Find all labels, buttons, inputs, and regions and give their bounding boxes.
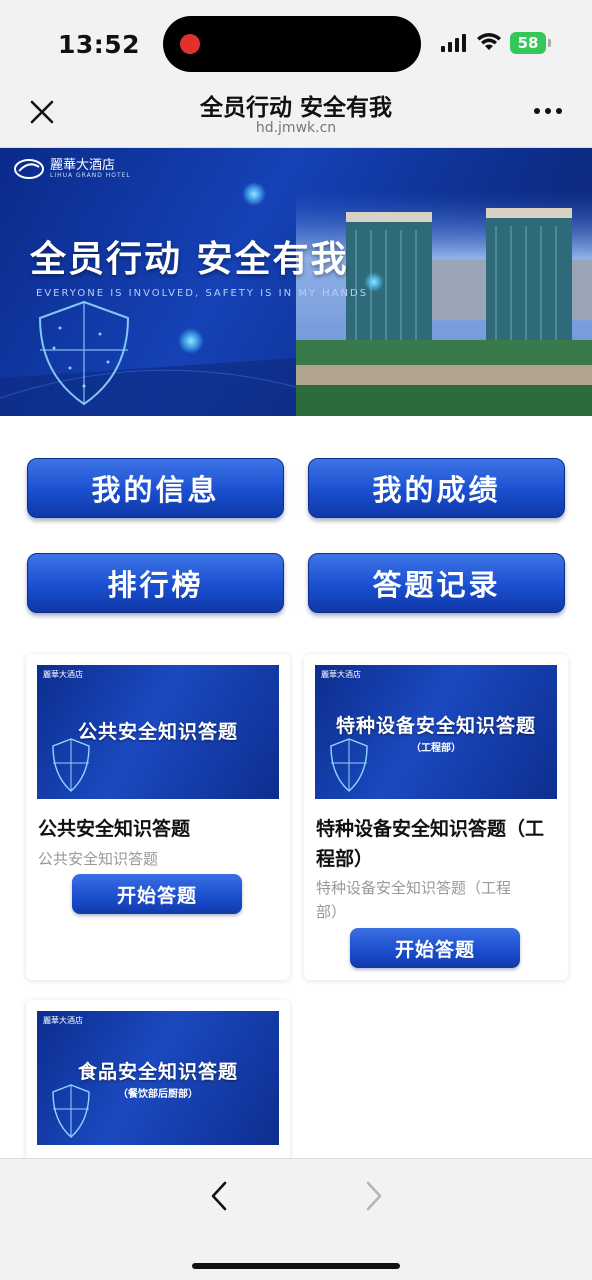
quiz-card-special-equipment[interactable]: 麗華大酒店 特种设备安全知识答题 （工程部） 特种设备安全知识答题（工 程部） … bbox=[304, 654, 568, 980]
shield-icon bbox=[52, 738, 90, 792]
cellular-signal-icon bbox=[441, 34, 469, 52]
quiz-thumbnail: 麗華大酒店 特种设备安全知识答题 （工程部） bbox=[315, 665, 557, 799]
banner-title: 全员行动 安全有我 bbox=[30, 239, 349, 280]
quiz-title-line-2: 程部） bbox=[316, 848, 374, 870]
recording-indicator-icon bbox=[180, 34, 200, 54]
hotel-building-image bbox=[296, 190, 592, 416]
wifi-icon bbox=[477, 33, 501, 50]
status-bar: 13:52 58 bbox=[0, 0, 592, 84]
thumb-subtitle: （工程部） bbox=[411, 743, 461, 754]
quiz-card-food-safety[interactable]: 麗華大酒店 食品安全知识答题 （餐饮部后厨部） bbox=[26, 1000, 290, 1158]
quiz-title-line-1: 特种设备安全知识答题（工 bbox=[316, 818, 545, 840]
browser-toolbar bbox=[0, 1158, 592, 1280]
browser-header: 全员行动 安全有我 hd.jmwk.cn bbox=[0, 84, 592, 148]
dynamic-island bbox=[163, 16, 421, 72]
thumb-hotel-logo: 麗華大酒店 bbox=[43, 1016, 83, 1025]
start-quiz-button[interactable]: 开始答题 bbox=[72, 874, 242, 914]
hotel-logo-text: 麗華大酒店 bbox=[50, 158, 116, 173]
back-arrow-icon[interactable] bbox=[205, 1179, 235, 1213]
thumb-hotel-logo: 麗華大酒店 bbox=[321, 670, 361, 679]
thumb-title: 公共安全知识答题 bbox=[77, 721, 238, 743]
leaderboard-button[interactable]: 排行榜 bbox=[27, 553, 284, 613]
thumb-subtitle: （餐饮部后厨部） bbox=[118, 1089, 198, 1100]
battery-indicator: 58 bbox=[510, 32, 551, 54]
hotel-logo-subtext: LIHUA GRAND HOTEL bbox=[50, 172, 131, 179]
quiz-thumbnail: 麗華大酒店 公共安全知识答题 bbox=[37, 665, 279, 799]
battery-level: 58 bbox=[517, 34, 539, 52]
my-scores-button[interactable]: 我的成绩 bbox=[308, 458, 565, 518]
hotel-logo: 麗華大酒店 LIHUA GRAND HOTEL bbox=[14, 158, 131, 180]
start-quiz-button[interactable]: 开始答题 bbox=[350, 928, 520, 968]
quiz-card-public-safety[interactable]: 麗華大酒店 公共安全知识答题 公共安全知识答题 公共安全知识答题 开始答题 bbox=[26, 654, 290, 980]
hotel-logo-icon bbox=[14, 159, 44, 179]
quiz-description-line-1: 特种设备安全知识答题（工程 bbox=[316, 879, 512, 897]
quiz-description-line-2: 部） bbox=[316, 903, 347, 921]
shield-icon bbox=[38, 300, 130, 406]
answer-records-button[interactable]: 答题记录 bbox=[308, 553, 565, 613]
page-content[interactable]: 麗華大酒店 LIHUA GRAND HOTEL 全员行动 安全有我 EVERYO… bbox=[0, 148, 592, 1158]
status-time: 13:52 bbox=[58, 30, 141, 59]
quiz-thumbnail: 麗華大酒店 食品安全知识答题 （餐饮部后厨部） bbox=[37, 1011, 279, 1145]
banner-subtitle: EVERYONE IS INVOLVED, SAFETY IS IN MY HA… bbox=[36, 288, 369, 299]
thumb-title: 特种设备安全知识答题 bbox=[335, 715, 536, 737]
glow-dot bbox=[178, 328, 204, 354]
home-indicator[interactable] bbox=[192, 1263, 400, 1269]
glow-dot bbox=[242, 182, 266, 206]
page-url: hd.jmwk.cn bbox=[255, 120, 337, 136]
my-info-button[interactable]: 我的信息 bbox=[27, 458, 284, 518]
forward-arrow-icon[interactable] bbox=[358, 1179, 388, 1213]
quiz-title: 公共安全知识答题 bbox=[38, 818, 191, 840]
quiz-description: 公共安全知识答题 bbox=[38, 850, 159, 868]
thumb-title: 食品安全知识答题 bbox=[77, 1061, 238, 1083]
more-options-icon[interactable] bbox=[534, 108, 566, 118]
hero-banner: 麗華大酒店 LIHUA GRAND HOTEL 全员行动 安全有我 EVERYO… bbox=[0, 148, 592, 416]
page-title: 全员行动 安全有我 bbox=[199, 95, 392, 121]
thumb-hotel-logo: 麗華大酒店 bbox=[43, 670, 83, 679]
